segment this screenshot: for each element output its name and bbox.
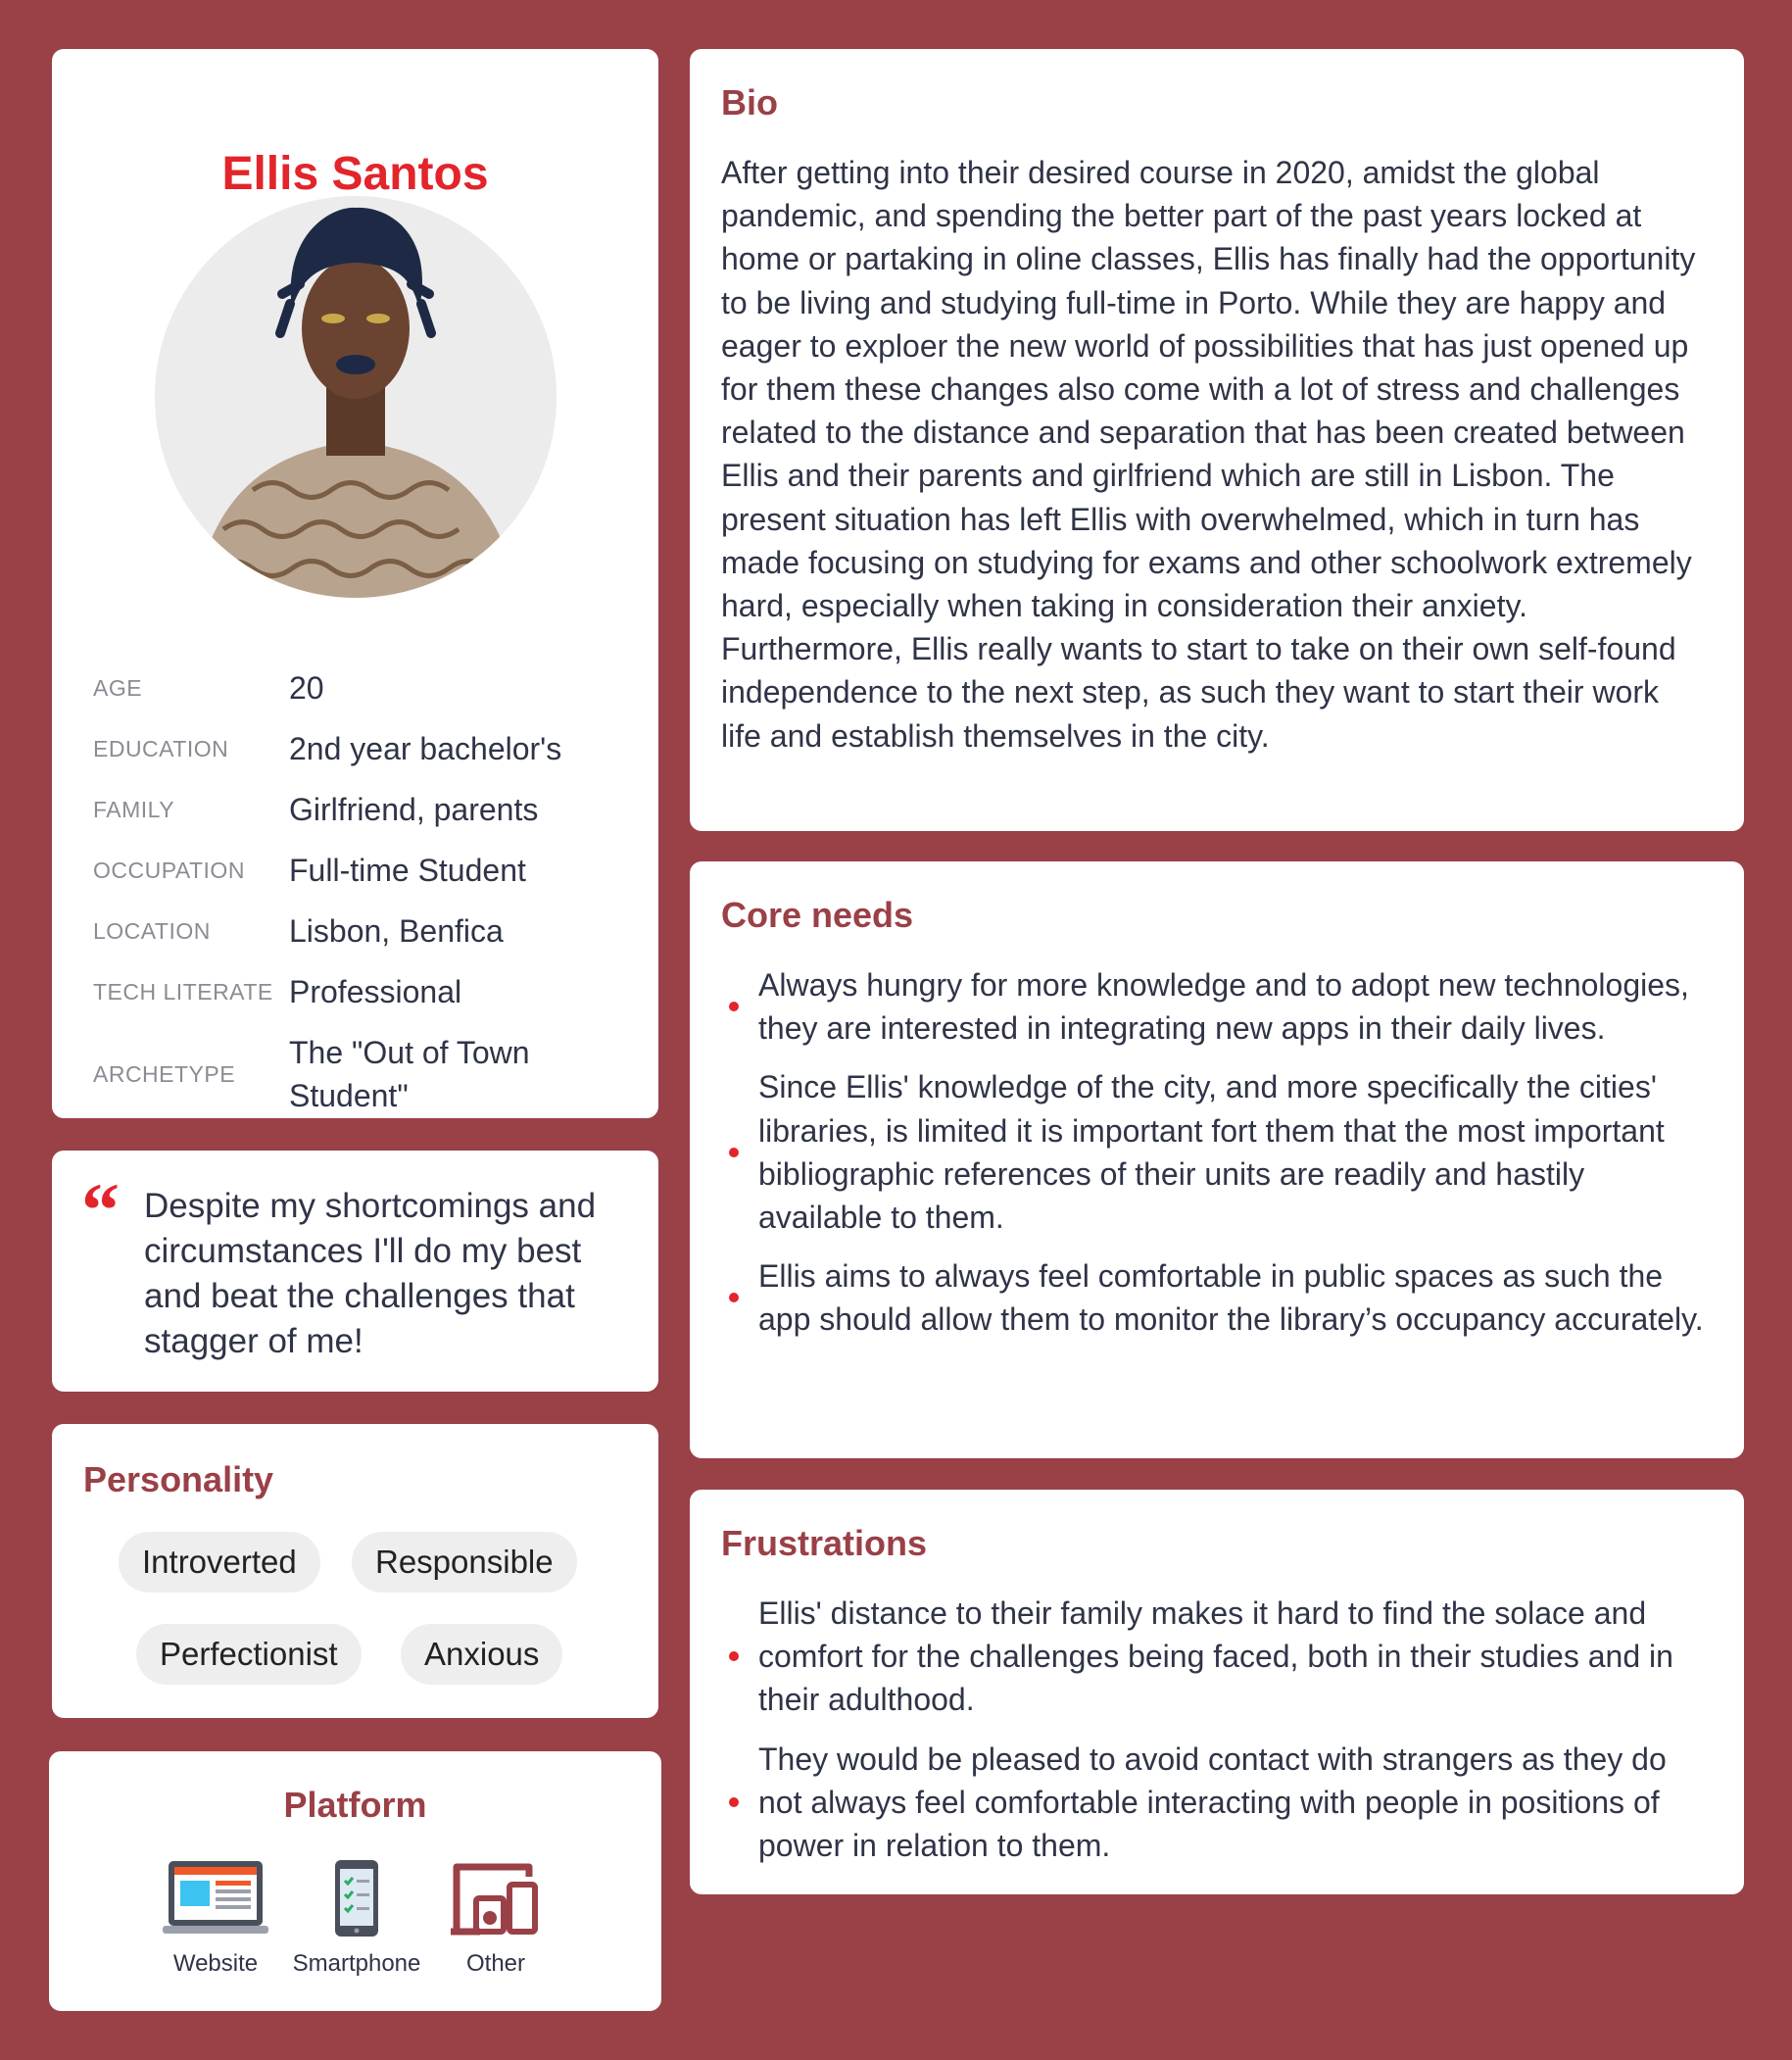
fact-value: Professional [289, 974, 462, 1009]
website-icon [163, 1861, 268, 1934]
personality-tag: Perfectionist [136, 1624, 362, 1685]
list-item-text: Since Ellis' knowledge of the city, and … [758, 1069, 1665, 1236]
list-item: Ellis' distance to their family makes it… [721, 1592, 1711, 1722]
core-needs-list: Always hungry for more knowledge and to … [721, 963, 1711, 1357]
bullet-icon [729, 1293, 739, 1303]
fact-label: ARCHETYPE [93, 1060, 236, 1087]
list-item: Always hungry for more knowledge and to … [721, 963, 1711, 1050]
facts-list: AGE 20 EDUCATION 2nd year bachelor's FAM… [93, 666, 642, 1135]
bio-card: Bio After getting into their desired cou… [690, 49, 1744, 831]
fact-row-archetype: ARCHETYPE The "Out of Town Student" [93, 1031, 642, 1117]
fact-label: AGE [93, 674, 143, 701]
fact-row-family: FAMILY Girlfriend, parents [93, 788, 642, 831]
platform-item-other: Other [447, 1859, 545, 1978]
fact-row-tech-literate: TECH LITERATE Professional [93, 970, 642, 1013]
personality-card: Personality Introverted Responsible Perf… [52, 1424, 658, 1718]
platform-label: Other [465, 1950, 526, 1977]
fact-label: EDUCATION [93, 735, 229, 761]
platform-item-website: Website [159, 1859, 272, 1978]
personality-tag: Anxious [401, 1624, 563, 1685]
list-item-text: Ellis' distance to their family makes it… [758, 1595, 1673, 1718]
profile-card: Ellis Santos AGE 20 EDUCATION 2nd year b… [52, 49, 658, 1118]
fact-label: LOCATION [93, 917, 211, 944]
personality-tag: Introverted [119, 1532, 320, 1593]
platform-item-smartphone: Smartphone [288, 1859, 425, 1978]
fact-value: Girlfriend, parents [289, 792, 539, 827]
fact-row-location: LOCATION Lisbon, Benfica [93, 909, 642, 953]
fact-row-occupation: OCCUPATION Full-time Student [93, 849, 642, 892]
smartphone-icon [335, 1860, 378, 1937]
bullet-icon [729, 1796, 739, 1807]
quote-card: “ Despite my shortcomings and circumstan… [52, 1151, 658, 1392]
list-item-text: Always hungry for more knowledge and to … [758, 967, 1689, 1047]
fact-row-age: AGE 20 [93, 666, 642, 710]
quote-icon: “ [81, 1167, 120, 1252]
devices-icon [451, 1863, 538, 1936]
fact-label: TECH LITERATE [93, 978, 273, 1005]
list-item: Ellis aims to always feel comfortable in… [721, 1254, 1711, 1341]
frustrations-list: Ellis' distance to their family makes it… [721, 1592, 1711, 1883]
fact-label: OCCUPATION [93, 857, 245, 883]
section-title: Core needs [721, 895, 914, 935]
core-needs-card: Core needs Always hungry for more knowle… [690, 861, 1744, 1458]
persona-name: Ellis Santos [221, 148, 489, 200]
bullet-icon [729, 1002, 739, 1012]
platform-label: Website [172, 1950, 259, 1977]
fact-label: FAMILY [93, 796, 175, 822]
platform-card: Platform Website Smartphone Other [49, 1751, 661, 2011]
list-item-text: Ellis aims to always feel comfortable in… [758, 1258, 1704, 1338]
fact-value: 20 [289, 670, 324, 706]
list-item: They would be pleased to avoid contact w… [721, 1738, 1711, 1868]
fact-value: The "Out of Town Student" [289, 1035, 530, 1113]
personality-tag: Responsible [352, 1532, 577, 1593]
avatar-portrait [155, 196, 557, 598]
fact-value: Full-time Student [289, 853, 526, 888]
fact-value: Lisbon, Benfica [289, 913, 504, 949]
list-item: Since Ellis' knowledge of the city, and … [721, 1065, 1711, 1239]
bio-text: After getting into their desired course … [721, 155, 1696, 754]
bullet-icon [729, 1147, 739, 1157]
frustrations-card: Frustrations Ellis' distance to their fa… [690, 1490, 1744, 1894]
section-title: Personality [83, 1459, 274, 1499]
fact-value: 2nd year bachelor's [289, 731, 562, 766]
list-item-text: They would be pleased to avoid contact w… [758, 1741, 1667, 1864]
section-title: Bio [721, 82, 778, 123]
bullet-icon [729, 1651, 739, 1662]
section-title: Platform [283, 1785, 427, 1825]
platform-label: Smartphone [292, 1950, 421, 1977]
quote-text: Despite my shortcomings and circumstance… [144, 1187, 597, 1360]
section-title: Frustrations [721, 1523, 928, 1563]
fact-row-education: EDUCATION 2nd year bachelor's [93, 727, 642, 770]
avatar [155, 196, 557, 598]
